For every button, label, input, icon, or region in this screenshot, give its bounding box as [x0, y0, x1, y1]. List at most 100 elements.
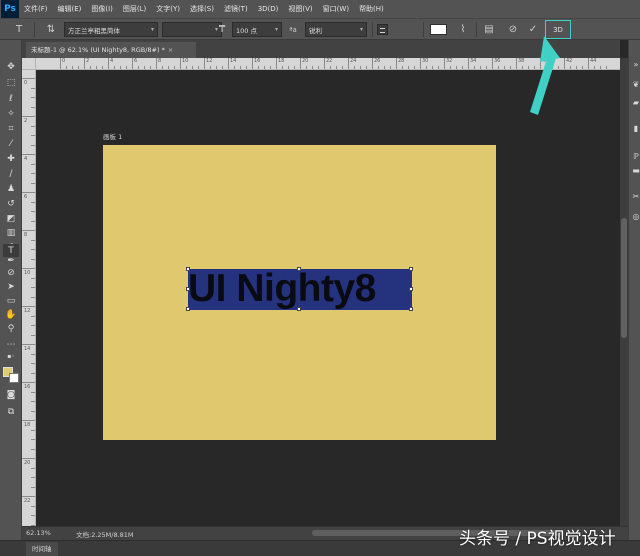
transform-handle-ml[interactable]: [186, 287, 190, 291]
ruler-tick: [22, 306, 35, 307]
magic-wand-tool-icon[interactable]: ✧: [3, 107, 19, 120]
character-panel-icon[interactable]: ▤: [482, 22, 496, 37]
cancel-icon[interactable]: ⊘: [506, 22, 520, 37]
create-3d-button[interactable]: 3D: [545, 20, 571, 39]
screen-mode-icon[interactable]: ⧉: [3, 405, 19, 418]
menu-image[interactable]: 图像(I): [86, 0, 118, 18]
collapse-panels-icon[interactable]: »: [631, 60, 640, 69]
gradient-tool-icon[interactable]: ▥: [3, 226, 19, 239]
ruler-tick: [348, 58, 349, 69]
healing-brush-tool-icon[interactable]: ✚: [3, 152, 19, 165]
transform-handle-mr[interactable]: [409, 287, 413, 291]
menu-file[interactable]: 文件(F): [19, 0, 53, 18]
text-layer[interactable]: UI Nighty8: [188, 266, 418, 312]
styles-icon[interactable]: ◎: [631, 212, 640, 221]
type-tool-icon[interactable]: T: [3, 244, 19, 257]
quick-mask-icon[interactable]: ◙: [3, 388, 19, 401]
document-info[interactable]: 文档:2.25M/8.81M: [76, 529, 134, 539]
adjustments-icon[interactable]: ❦: [631, 80, 640, 89]
font-size-select[interactable]: 100 点 ▾: [232, 22, 282, 37]
marquee-tool-icon[interactable]: ⬚: [3, 76, 19, 89]
tools-presets-icon[interactable]: ✂: [631, 192, 640, 201]
artboard-label[interactable]: 画板 1: [103, 131, 122, 141]
zoom-level[interactable]: 62.13%: [26, 529, 51, 537]
background-color-swatch[interactable]: [9, 373, 19, 383]
menu-type[interactable]: 文字(Y): [151, 0, 185, 18]
menu-filter[interactable]: 滤镜(T): [219, 0, 253, 18]
menu-3d[interactable]: 3D(D): [253, 0, 284, 18]
vertical-scrollbar[interactable]: [620, 58, 628, 526]
menu-layer[interactable]: 图层(L): [118, 0, 151, 18]
commit-check-icon[interactable]: ✓: [526, 22, 540, 37]
properties-icon[interactable]: ▮: [631, 124, 640, 133]
ruler-tick: [468, 58, 469, 69]
ruler-tick: [540, 58, 541, 69]
menu-window[interactable]: 窗口(W): [318, 0, 354, 18]
panel-dock: » ❦ ▰ ▮ ℙ ▬ ✂ ◎: [628, 40, 640, 540]
ruler-tick-label: 10: [182, 58, 189, 64]
horizontal-ruler[interactable]: 0 2 4 6 8 10 12 14 16 18 20 22 24 26 28 30 32 34 36 38 40 42 4…: [36, 58, 620, 70]
history-brush-tool-icon[interactable]: ↺: [3, 197, 19, 210]
crop-tool-icon[interactable]: ⌗: [3, 122, 19, 135]
ruler-tick: [22, 154, 35, 155]
clone-stamp-tool-icon[interactable]: ♟: [3, 182, 19, 195]
eyedropper-tool-icon[interactable]: ⁄: [3, 137, 19, 150]
font-family-select[interactable]: 方正兰亭粗黑简体 ▾: [64, 22, 158, 37]
zoom-tool-icon[interactable]: ⚲: [3, 322, 19, 335]
ruler-tick: [228, 58, 229, 69]
document-tab[interactable]: 未标题-1 @ 62.1% (UI Nighty8, RGB/8#) * ×: [26, 42, 196, 58]
warp-text-icon[interactable]: ⌇: [456, 22, 470, 37]
ruler-tick-label: 18: [278, 58, 285, 64]
path-selection-tool-icon[interactable]: ➤: [3, 280, 19, 293]
timeline-tab[interactable]: 时间轴: [26, 542, 58, 556]
transform-handle-tc[interactable]: [297, 267, 301, 271]
ruler-corner[interactable]: [22, 58, 36, 70]
default-colors-icon[interactable]: ▪◦: [3, 350, 19, 363]
transform-handle-bl[interactable]: [186, 307, 190, 311]
vertical-ruler[interactable]: 0 2 4 6 8 10 12 14 16 18 20 22: [22, 70, 36, 526]
ruler-tick-label: 30: [422, 58, 429, 64]
pen-path-tool-icon[interactable]: ⊘: [3, 266, 19, 279]
toggle-text-orientation-icon[interactable]: ⇅: [44, 22, 58, 37]
ruler-tick-label: 44: [590, 58, 597, 64]
paragraph-icon[interactable]: ℙ: [631, 152, 640, 161]
ruler-tick: [372, 58, 373, 69]
antialias-select[interactable]: 锐利 ▾: [305, 22, 367, 37]
layers-icon[interactable]: ▰: [631, 98, 640, 107]
character-icon[interactable]: ▬: [631, 166, 640, 175]
ruler-tick: [324, 58, 325, 69]
menu-view[interactable]: 视图(V): [283, 0, 317, 18]
ruler-tick-label: 12: [206, 58, 213, 64]
hand-tool-icon[interactable]: ✋: [3, 308, 19, 321]
transform-handle-bc[interactable]: [297, 307, 301, 311]
align-center-button[interactable]: [392, 24, 403, 35]
menu-select[interactable]: 选择(S): [185, 0, 219, 18]
transform-handle-tl[interactable]: [186, 267, 190, 271]
ruler-tick-label: 2: [24, 118, 28, 124]
align-right-button[interactable]: [407, 24, 418, 35]
ruler-tick-label: 6: [134, 58, 138, 64]
ruler-tick-label: 22: [24, 498, 31, 504]
transform-handle-br[interactable]: [409, 307, 413, 311]
lasso-tool-icon[interactable]: ℓ: [3, 92, 19, 105]
align-left-button[interactable]: [377, 24, 388, 35]
shape-tool-icon[interactable]: ▭: [3, 294, 19, 307]
brush-tool-icon[interactable]: ∕: [3, 167, 19, 180]
vertical-scrollbar-thumb[interactable]: [621, 218, 627, 338]
ruler-tick: [444, 58, 445, 69]
ruler-tick-label: 20: [302, 58, 309, 64]
type-tool-preset-icon[interactable]: T: [12, 22, 26, 37]
font-style-select[interactable]: ▾: [162, 22, 222, 37]
text-color-swatch[interactable]: [430, 24, 447, 35]
menu-bar: Ps 文件(F) 编辑(E) 图像(I) 图层(L) 文字(Y) 选择(S) 滤…: [0, 0, 640, 18]
ruler-tick: [588, 58, 589, 69]
ruler-tick-label: 4: [110, 58, 114, 64]
eraser-tool-icon[interactable]: ◩: [3, 212, 19, 225]
move-tool-icon[interactable]: ✥: [3, 60, 19, 73]
menu-help[interactable]: 帮助(H): [354, 0, 389, 18]
ruler-tick: [22, 420, 35, 421]
close-icon[interactable]: ×: [168, 46, 173, 54]
transform-handle-tr[interactable]: [409, 267, 413, 271]
ruler-tick: [156, 58, 157, 69]
menu-edit[interactable]: 编辑(E): [53, 0, 87, 18]
